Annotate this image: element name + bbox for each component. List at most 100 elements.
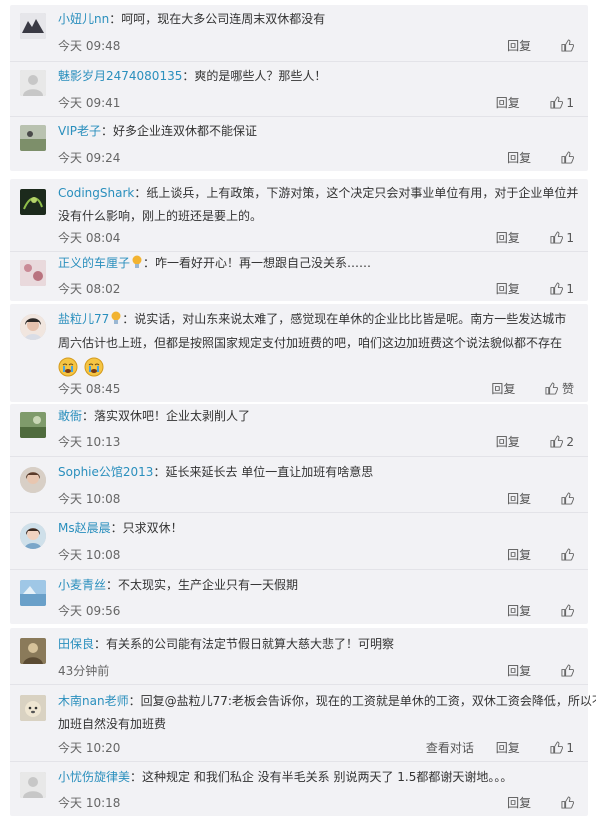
crying-face-icon	[58, 357, 78, 377]
comment-group: CodingShark：纸上谈兵，上有政策，下游对策，这个决定只会对事业单位有用…	[10, 179, 588, 301]
username-link[interactable]: 正义的车厘子	[58, 256, 130, 270]
timestamp: 今天 10:20	[58, 741, 121, 755]
avatar[interactable]	[20, 260, 46, 286]
avatar[interactable]	[20, 70, 46, 96]
like-button[interactable]	[561, 492, 575, 506]
like-button[interactable]: 赞	[545, 380, 574, 397]
avatar[interactable]	[20, 772, 46, 798]
comment-item: VIP老子：好多企业连双休都不能保证 今天 09:24 回复	[10, 116, 588, 172]
like-button[interactable]	[561, 39, 575, 53]
username-link[interactable]: CodingShark	[58, 186, 134, 200]
username-link[interactable]: 木南nan老师	[58, 694, 129, 708]
comment-actions: 回复 1	[478, 280, 574, 297]
comment-text: 小忧伤旋律美：这种规定 和我们私企 没有半毛关系 别说两天了 1.5都都谢天谢地…	[58, 770, 513, 784]
comment-actions: 回复	[489, 794, 575, 811]
avatar[interactable]	[20, 467, 46, 493]
comment-item: 魅影岁月2474080135：爽的是哪些人？那些人！ 今天 09:41 回复 1	[10, 61, 588, 117]
comment-text: 小妞儿nn：呵呵，现在大多公司连周末双休都没有	[58, 12, 326, 26]
like-button[interactable]: 2	[549, 435, 574, 449]
reply-button[interactable]: 回复	[507, 662, 531, 679]
thumbs-up-icon	[561, 548, 575, 561]
avatar[interactable]	[20, 580, 46, 606]
timestamp: 今天 08:02	[58, 282, 121, 296]
reply-button[interactable]: 回复	[507, 149, 531, 166]
lightbulb-icon	[132, 255, 142, 268]
reply-button[interactable]: 回复	[507, 794, 531, 811]
username-link[interactable]: 魅影岁月2474080135	[58, 69, 182, 83]
avatar[interactable]	[20, 314, 46, 340]
reply-button[interactable]: 回复	[491, 380, 515, 397]
comment-item: 正义的车厘子 ：咋一看好开心！再一想跟自己没关系…… 今天 08:02 回复 1	[10, 251, 588, 302]
thumbs-up-icon	[561, 39, 575, 52]
like-button[interactable]	[561, 796, 575, 810]
timestamp: 今天 09:41	[58, 96, 121, 110]
comment-item: 盐粒儿77 ：说实话，对山东来说太难了，感觉现在单休的企业比比皆是呢。南方一些发达…	[10, 304, 588, 402]
like-button[interactable]	[561, 604, 575, 618]
avatar[interactable]	[20, 125, 46, 151]
like-button[interactable]	[561, 548, 575, 562]
avatar[interactable]	[20, 695, 46, 721]
reply-button[interactable]: 回复	[507, 546, 531, 563]
comment-actions: 回复 赞	[473, 380, 574, 397]
username-link[interactable]: VIP老子	[58, 124, 101, 138]
thumbs-up-icon	[549, 231, 563, 244]
timestamp: 今天 08:04	[58, 231, 121, 245]
like-button[interactable]: 1	[549, 96, 574, 110]
reply-button[interactable]: 回复	[496, 280, 520, 297]
username-link[interactable]: Sophie公馆2013	[58, 465, 153, 479]
username-link[interactable]: 盐粒儿77	[58, 312, 109, 326]
username-link[interactable]: 小麦青丝	[58, 578, 106, 592]
timestamp: 今天 10:13	[58, 435, 121, 449]
comment-item: 田保良：有关系的公司能有法定节假日就算大慈大悲了！可明察 43分钟前 回复	[10, 628, 588, 684]
username-link[interactable]: 小忧伤旋律美	[58, 770, 130, 784]
comment-text: 木南nan老师：回复@盐粒儿77:老板会告诉你，现在的工资就是单休的工资，双休工…	[58, 694, 596, 708]
thumbs-up-icon	[561, 796, 575, 809]
reply-button[interactable]: 回复	[507, 37, 531, 54]
like-button[interactable]	[561, 151, 575, 165]
comment-item: Sophie公馆2013：延长来延长去 单位一直让加班有啥意思 今天 10:08…	[10, 456, 588, 513]
thumbs-up-icon	[549, 282, 563, 295]
comment-item: CodingShark：纸上谈兵，上有政策，下游对策，这个决定只会对事业单位有用…	[10, 179, 588, 251]
comment-actions: 查看对话 回复 1	[408, 739, 574, 756]
username-link[interactable]: 敢衙	[58, 409, 82, 423]
avatar[interactable]	[20, 412, 46, 438]
avatar[interactable]	[20, 523, 46, 549]
avatar[interactable]	[20, 13, 46, 39]
reply-button[interactable]: 回复	[507, 602, 531, 619]
comment-item: 小妞儿nn：呵呵，现在大多公司连周末双休都没有 今天 09:48 回复	[10, 5, 588, 61]
reply-button[interactable]: 回复	[496, 94, 520, 111]
comment-actions: 回复 1	[478, 229, 574, 246]
reply-button[interactable]: 回复	[496, 739, 520, 756]
comment-group: 田保良：有关系的公司能有法定节假日就算大慈大悲了！可明察 43分钟前 回复 木南…	[10, 628, 596, 816]
comment-actions: 回复	[489, 662, 575, 679]
timestamp: 今天 09:24	[58, 151, 121, 165]
avatar[interactable]	[20, 189, 46, 215]
comment-text: CodingShark：纸上谈兵，上有政策，下游对策，这个决定只会对事业单位有用…	[58, 186, 579, 200]
timestamp: 今天 08:45	[58, 382, 121, 396]
like-button[interactable]: 1	[549, 741, 574, 755]
timestamp: 今天 09:56	[58, 604, 121, 618]
comment-group: 盐粒儿77 ：说实话，对山东来说太难了，感觉现在单休的企业比比皆是呢。南方一些发达…	[10, 304, 588, 402]
comment-actions: 回复	[489, 602, 575, 619]
reply-button[interactable]: 回复	[496, 229, 520, 246]
thumbs-up-icon	[561, 492, 575, 505]
timestamp: 今天 10:18	[58, 796, 121, 810]
timestamp: 今天 10:08	[58, 492, 121, 506]
comment-actions: 回复	[489, 37, 575, 54]
username-link[interactable]: 田保良	[58, 637, 94, 651]
comment-item: 小麦青丝：不太现实，生产企业只有一天假期 今天 09:56 回复	[10, 569, 588, 625]
like-button[interactable]: 1	[549, 282, 574, 296]
comment-text: 魅影岁月2474080135：爽的是哪些人？那些人！	[58, 69, 327, 83]
comment-text: 敢衙：落实双休吧！企业太剥削人了	[58, 409, 251, 423]
like-button[interactable]: 1	[549, 231, 574, 245]
reply-button[interactable]: 回复	[496, 433, 520, 450]
username-link[interactable]: Ms赵晨晨	[58, 521, 111, 535]
username-link[interactable]: 小妞儿nn	[58, 12, 109, 26]
comment-actions: 回复	[489, 490, 575, 507]
thumbs-up-icon	[561, 604, 575, 617]
timestamp: 今天 09:48	[58, 39, 121, 53]
like-button[interactable]	[561, 664, 575, 678]
view-conversation-button[interactable]: 查看对话	[426, 739, 474, 756]
avatar[interactable]	[20, 638, 46, 664]
reply-button[interactable]: 回复	[507, 490, 531, 507]
